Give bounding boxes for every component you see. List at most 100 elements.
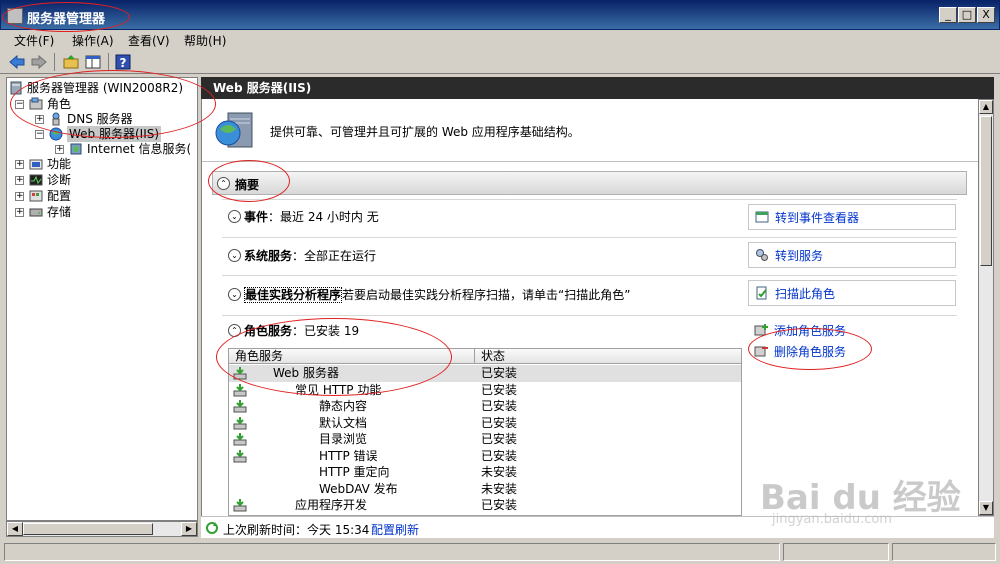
role-services-title: 角色服务 [244, 324, 293, 338]
scroll-down-icon[interactable]: ▼ [979, 501, 993, 515]
svg-text:?: ? [120, 56, 127, 70]
scroll-up-icon[interactable]: ▲ [979, 100, 993, 114]
table-row[interactable]: Web 服务器 已安装 [229, 365, 741, 382]
diagnostics-icon [29, 174, 43, 186]
events-value: ：最近 24 小时内 无 [268, 210, 379, 224]
goto-event-viewer-link[interactable]: 转到事件查看器 [775, 209, 859, 226]
scroll-right-icon[interactable]: ▶ [181, 522, 197, 536]
collapse-icon[interactable]: − [15, 100, 24, 109]
role-service-state: 已安装 [481, 498, 518, 512]
expand-chevron-icon[interactable]: ⌄ [228, 288, 241, 301]
expand-icon[interactable]: + [15, 176, 24, 185]
role-service-state: 已安装 [481, 448, 518, 463]
refresh-icon [206, 522, 218, 534]
installed-download-icon [233, 433, 247, 446]
menu-action[interactable]: 操作(A) [72, 32, 114, 49]
summary-header[interactable]: ⌃ 摘要 [212, 171, 967, 195]
minimize-button[interactable]: _ [939, 7, 957, 23]
tree-label-config: 配置 [47, 189, 72, 203]
details-vertical-scrollbar[interactable]: ▲ ▼ [978, 99, 994, 516]
role-service-name: WebDAV 发布 [319, 481, 398, 496]
menu-view[interactable]: 查看(V) [128, 32, 170, 49]
expand-icon[interactable]: + [15, 160, 24, 169]
scroll-thumb[interactable] [23, 523, 153, 535]
window-title: 服务器管理器 [27, 12, 106, 27]
storage-icon [29, 208, 43, 217]
role-service-name: 静态内容 [319, 399, 368, 413]
role-services-table: 角色服务 状态 Web 服务器 已安装 常见 HTTP 功能 已安装 静态内容 已安装 默认… [228, 348, 742, 516]
details-pane: 提供可靠、可管理并且可扩展的 Web 应用程序基础结构。 ⌃ 摘要 ⌄ 事件：最… [201, 99, 978, 516]
expand-icon[interactable]: + [15, 192, 24, 201]
close-button[interactable]: X [977, 7, 995, 23]
iis-icon [70, 143, 82, 155]
table-row[interactable]: HTTP 重定向 未安装 [229, 464, 741, 481]
role-services-actions: 添加角色服务 删除角色服务 [748, 320, 956, 364]
column-state[interactable]: 状态 [481, 349, 505, 364]
role-service-name: 目录浏览 [319, 432, 368, 446]
tree-label-storage: 存储 [47, 205, 72, 219]
events-actions: 转到事件查看器 [748, 204, 956, 230]
expand-icon[interactable]: + [35, 115, 44, 124]
role-service-state: 已安装 [481, 415, 518, 430]
tree-label-web-server: Web 服务器(IIS) [67, 126, 162, 142]
menu-bar: 文件(F) 操作(A) 查看(V) 帮助(H) [0, 30, 1000, 50]
column-role-service[interactable]: 角色服务 [235, 349, 283, 364]
folder-up-icon[interactable] [62, 53, 80, 71]
role-service-state: 已安装 [481, 366, 518, 380]
configuration-icon [29, 190, 43, 202]
help-icon[interactable]: ? [114, 53, 132, 71]
remove-role-icon [754, 346, 768, 357]
summary-label: 摘要 [235, 178, 260, 192]
remove-role-services-link[interactable]: 删除角色服务 [774, 343, 846, 360]
collapse-chevron-icon[interactable]: ⌃ [228, 324, 241, 337]
maximize-button[interactable]: □ [958, 7, 976, 23]
pane-header: Web 服务器(IIS) [201, 77, 994, 99]
title-bar: 服务器管理器 _ □ X [0, 0, 1000, 30]
back-arrow-icon[interactable] [8, 53, 26, 71]
tree-label-diagnostics: 诊断 [47, 173, 72, 187]
installed-download-icon [233, 449, 247, 462]
table-row[interactable]: 静态内容 已安装 [229, 398, 741, 415]
role-description: 提供可靠、可管理并且可扩展的 Web 应用程序基础结构。 [270, 125, 580, 139]
table-row[interactable]: WebDAV 发布 未安装 [229, 481, 741, 498]
expand-icon[interactable]: + [15, 208, 24, 217]
table-row[interactable]: 目录浏览 已安装 [229, 431, 741, 448]
configure-refresh-link[interactable]: 配置刷新 [371, 521, 419, 538]
collapse-icon[interactable]: − [35, 130, 44, 139]
baidu-watermark-url: jingyan.baidu.com [772, 512, 892, 527]
scroll-thumb[interactable] [980, 116, 992, 266]
expand-chevron-icon[interactable]: ⌄ [228, 210, 241, 223]
last-refresh-time: 上次刷新时间：今天 15:34 [223, 523, 370, 537]
collapse-chevron-icon[interactable]: ⌃ [217, 177, 230, 190]
goto-services-link[interactable]: 转到服务 [775, 247, 823, 264]
role-service-name: HTTP 错误 [319, 448, 378, 463]
table-row[interactable]: 默认文档 已安装 [229, 415, 741, 432]
add-role-services-link[interactable]: 添加角色服务 [774, 322, 846, 339]
expand-chevron-icon[interactable]: ⌄ [228, 249, 241, 262]
table-header: 角色服务 状态 [229, 349, 741, 364]
bpa-section: ⌄ 最佳实践分析程序若要启动最佳实践分析程序扫描，请单击“扫描此角色” 扫描此角… [222, 275, 957, 315]
menu-file[interactable]: 文件(F) [14, 32, 54, 49]
roles-icon [29, 97, 43, 110]
toolbar: ? [0, 50, 1000, 74]
table-row[interactable]: 应用程序开发 已安装 [229, 497, 741, 514]
table-row[interactable]: HTTP 错误 已安装 [229, 448, 741, 465]
expand-icon[interactable]: + [55, 145, 64, 154]
installed-download-icon [233, 383, 247, 396]
table-row[interactable]: 常见 HTTP 功能 已安装 [229, 382, 741, 399]
tree-label-root: 服务器管理器 (WIN2008R2) [27, 81, 184, 95]
scroll-left-icon[interactable]: ◀ [7, 522, 23, 536]
show-hide-console-icon[interactable] [84, 53, 102, 71]
server-manager-icon [7, 8, 23, 24]
bpa-actions: 扫描此角色 [748, 280, 956, 306]
role-service-name: 应用程序开发 [295, 498, 368, 512]
gears-icon [756, 249, 768, 261]
forward-arrow-icon[interactable] [30, 53, 48, 71]
installed-download-icon [233, 367, 247, 380]
role-service-state: 已安装 [481, 399, 518, 413]
menu-help[interactable]: 帮助(H) [184, 32, 226, 49]
events-title: 事件 [244, 210, 269, 224]
tree-horizontal-scrollbar[interactable]: ◀ ▶ [6, 521, 198, 537]
role-service-state: 未安装 [481, 481, 518, 496]
scan-this-role-link[interactable]: 扫描此角色 [775, 285, 835, 302]
